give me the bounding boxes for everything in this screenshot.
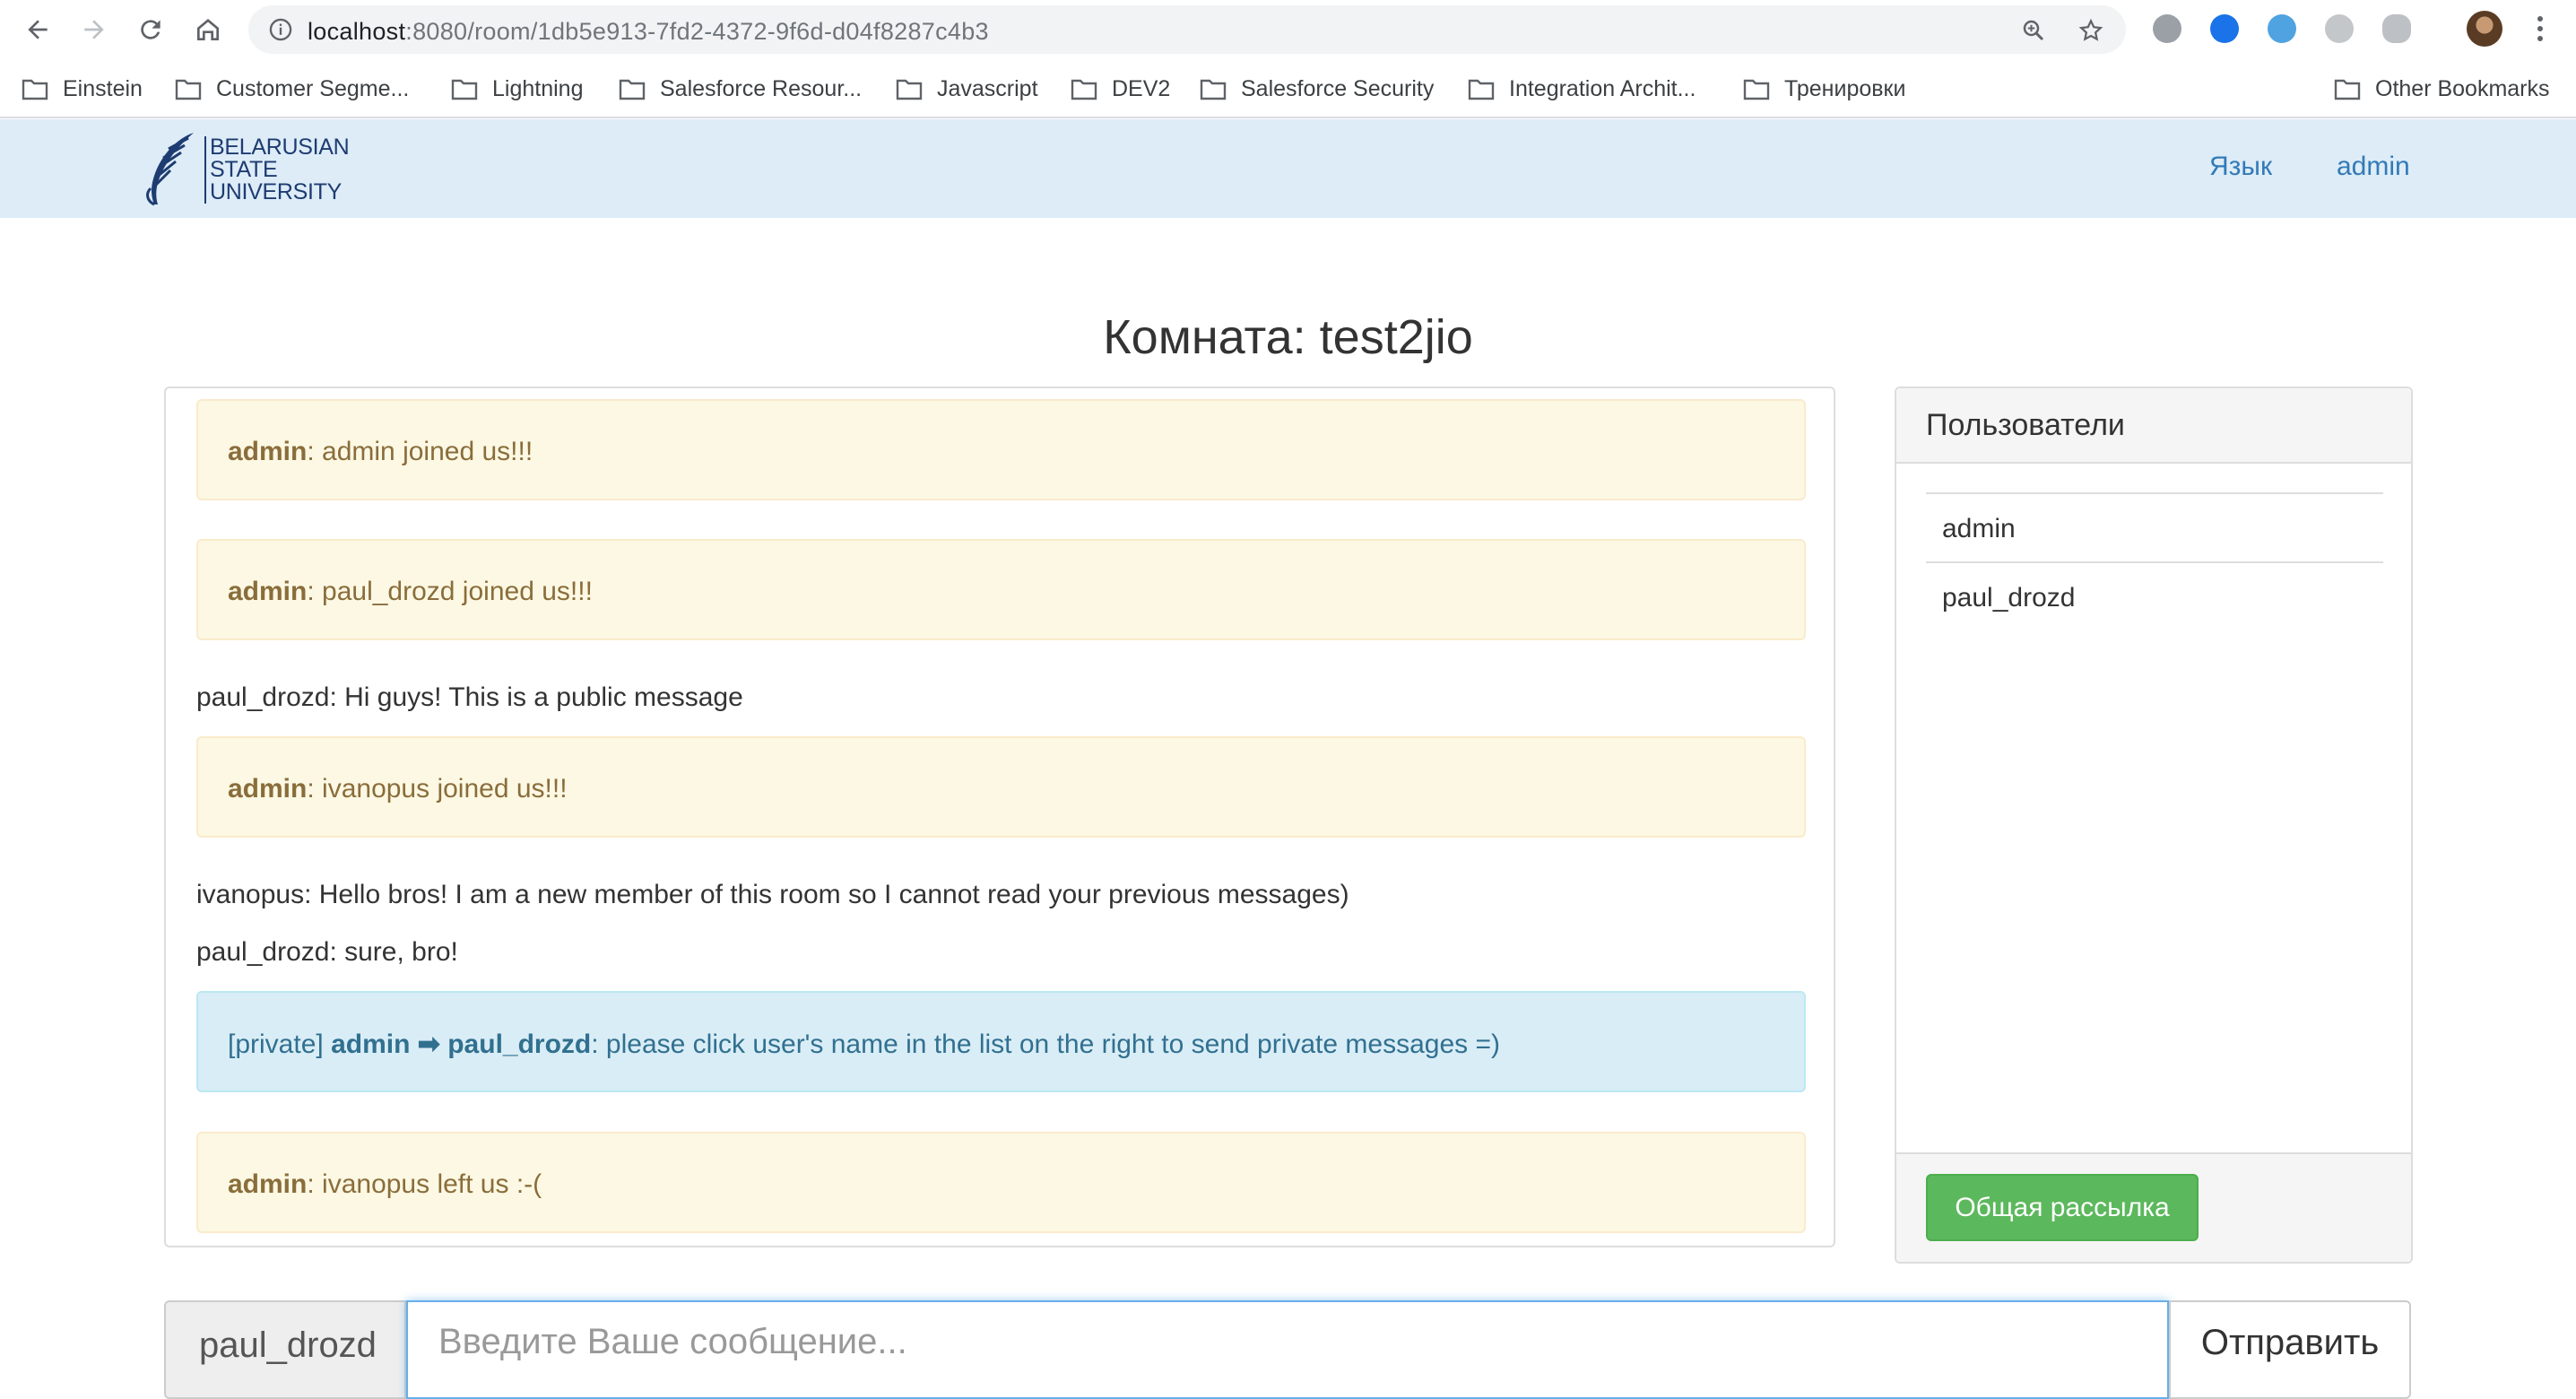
language-link[interactable]: Язык — [2209, 152, 2272, 182]
message-input[interactable] — [406, 1300, 2169, 1399]
folder-icon — [1468, 79, 1495, 100]
address-bar[interactable]: localhost:8080/room/1db5e913-7fd2-4372-9… — [248, 5, 2126, 54]
message-composer: paul_drozd Отправить — [164, 1300, 2411, 1399]
page-title: Комната: test2jio — [1103, 310, 1473, 364]
user-list-item[interactable]: paul_drozd — [1926, 561, 2383, 630]
user-menu-link[interactable]: admin — [2337, 152, 2410, 182]
forward-icon[interactable] — [74, 10, 114, 49]
public-message: paul_drozd: sure, bro! — [196, 937, 458, 967]
broadcast-button[interactable]: Общая рассылка — [1926, 1174, 2199, 1241]
folder-icon — [175, 79, 202, 100]
url-text: localhost:8080/room/1db5e913-7fd2-4372-9… — [308, 18, 989, 45]
system-message: admin: ivanopus joined us!!! — [196, 736, 1806, 838]
menu-icon[interactable] — [2533, 13, 2547, 45]
bookmark-folder[interactable]: Integration Archit... — [1468, 71, 1696, 107]
system-message: admin: ivanopus left us :-( — [196, 1132, 1806, 1233]
extension-icon[interactable] — [2325, 14, 2354, 43]
public-message: paul_drozd: Hi guys! This is a public me… — [196, 682, 743, 712]
send-button[interactable]: Отправить — [2169, 1300, 2411, 1399]
other-bookmarks[interactable]: Other Bookmarks — [2334, 71, 2550, 107]
info-icon[interactable] — [268, 17, 293, 42]
extension-icon[interactable] — [2268, 14, 2296, 43]
users-panel-footer: Общая рассылка — [1896, 1152, 2411, 1262]
bookmark-folder[interactable]: Einstein — [22, 71, 143, 107]
current-user-label: paul_drozd — [164, 1300, 406, 1399]
public-message: ivanopus: Hello bros! I am a new member … — [196, 880, 1349, 909]
home-icon[interactable] — [188, 10, 228, 49]
chat-messages-panel: admin: admin joined us!!! admin: paul_dr… — [164, 387, 1835, 1247]
logo-text: BELARUSIAN STATE UNIVERSITY — [204, 135, 350, 204]
bookmark-folder[interactable]: Lightning — [451, 71, 583, 107]
bookmark-star-icon[interactable] — [2077, 17, 2104, 44]
extension-icon[interactable] — [2210, 14, 2239, 43]
zoom-icon[interactable] — [2020, 17, 2047, 44]
bookmark-folder[interactable]: Salesforce Security — [1200, 71, 1434, 107]
users-panel: Пользователи admin paul_drozd Общая расс… — [1895, 387, 2413, 1264]
bookmark-folder[interactable]: Salesforce Resour... — [619, 71, 862, 107]
folder-icon — [451, 79, 478, 100]
bookmark-folder[interactable]: Тренировки — [1743, 71, 1905, 107]
extension-icon[interactable] — [2153, 14, 2181, 43]
folder-icon — [619, 79, 646, 100]
university-logo[interactable]: BELARUSIAN STATE UNIVERSITY — [142, 128, 350, 211]
bookmark-folder[interactable]: DEV2 — [1071, 71, 1170, 107]
bookmark-folder[interactable]: Javascript — [896, 71, 1038, 107]
user-list-item[interactable]: admin — [1926, 492, 2383, 561]
folder-icon — [22, 79, 48, 100]
system-message: admin: admin joined us!!! — [196, 399, 1806, 500]
bookmark-folder[interactable]: Customer Segme... — [175, 71, 409, 107]
users-panel-heading: Пользователи — [1896, 388, 2411, 464]
folder-icon — [1071, 79, 1097, 100]
extension-icon[interactable] — [2382, 14, 2411, 43]
folder-icon — [2334, 79, 2361, 100]
folder-icon — [1743, 79, 1770, 100]
bookmarks-bar: Einstein Customer Segme... Lightning Sal… — [0, 59, 2576, 118]
profile-avatar[interactable] — [2467, 11, 2502, 47]
app-navbar: BELARUSIAN STATE UNIVERSITY Язык admin — [0, 119, 2576, 218]
feather-icon — [146, 133, 194, 206]
folder-icon — [1200, 79, 1227, 100]
browser-toolbar: localhost:8080/room/1db5e913-7fd2-4372-9… — [0, 0, 2576, 59]
reload-icon[interactable] — [131, 10, 170, 49]
back-icon[interactable] — [18, 10, 57, 49]
system-message: admin: paul_drozd joined us!!! — [196, 539, 1806, 640]
private-message: [private] admin ➡ paul_drozd: please cli… — [196, 991, 1806, 1092]
folder-icon — [896, 79, 923, 100]
